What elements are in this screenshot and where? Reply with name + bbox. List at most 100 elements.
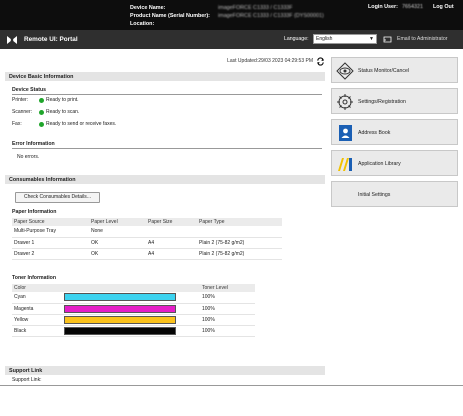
toner-level-fill bbox=[65, 305, 175, 312]
consumables-header: Consumables Information bbox=[5, 175, 325, 184]
toner-bar-cell bbox=[62, 303, 200, 315]
status-row-scanner: Scanner: Ready to scan. bbox=[12, 109, 79, 115]
table-row: Drawer 2 OK A4 Plain 2 (75-82 g/m2) bbox=[12, 248, 282, 260]
sidebar-item-label: Initial Settings bbox=[358, 192, 391, 198]
language-label: Language: bbox=[284, 36, 309, 42]
toner-level-text: 100% bbox=[200, 292, 255, 304]
column-header: Color bbox=[12, 284, 62, 292]
device-basic-info-header: Device Basic Information bbox=[5, 72, 325, 81]
chevron-down-icon: ▼ bbox=[369, 36, 374, 42]
login-user-value: 7654321 bbox=[401, 4, 423, 10]
table-header-row: Paper Source Paper Level Paper Size Pape… bbox=[12, 218, 282, 226]
sidebar-item-label: Application Library bbox=[358, 161, 401, 167]
sidebar-item-initial-settings[interactable]: Initial Settings bbox=[331, 181, 458, 207]
table-cell: Drawer 1 bbox=[12, 237, 89, 249]
settings-icon bbox=[337, 94, 353, 110]
toner-bar-cell bbox=[62, 292, 200, 304]
check-consumables-button[interactable]: Check Consumables Details... bbox=[15, 192, 100, 203]
table-cell: A4 bbox=[146, 237, 197, 249]
table-cell: OK bbox=[89, 237, 146, 249]
sidebar-item-status-monitor[interactable]: Status Monitor/Cancel bbox=[331, 57, 458, 83]
support-link-label: Support Link: bbox=[12, 377, 42, 383]
bottom-divider bbox=[0, 385, 463, 386]
column-header: Paper Level bbox=[89, 218, 146, 226]
toner-level-text: 100% bbox=[200, 303, 255, 315]
email-admin-link[interactable]: Email to Administrator bbox=[397, 36, 447, 42]
login-user-label: Login User: bbox=[368, 4, 398, 10]
logout-link[interactable]: Log Out bbox=[433, 4, 454, 10]
toner-bar-cell bbox=[62, 325, 200, 337]
sidebar-item-label: Status Monitor/Cancel bbox=[358, 68, 410, 74]
toner-level-bar bbox=[64, 293, 176, 302]
refresh-icon[interactable] bbox=[316, 57, 325, 66]
table-cell: Plain 2 (75-82 g/m2) bbox=[197, 248, 282, 260]
location-label: Location: bbox=[130, 21, 155, 27]
device-name-label: Device Name: bbox=[130, 5, 166, 11]
table-header-row: Color Toner Level bbox=[12, 284, 255, 292]
application-library-icon bbox=[338, 158, 352, 171]
sidebar-item-label: Address Book bbox=[358, 130, 391, 136]
main-content: Last Updated:29/03 2023 04:29:53 PM Devi… bbox=[5, 52, 325, 383]
table-cell: Drawer 2 bbox=[12, 248, 89, 260]
paper-table: Paper Source Paper Level Paper Size Pape… bbox=[12, 218, 282, 260]
status-monitor-icon bbox=[336, 62, 354, 80]
toner-level-bar bbox=[64, 304, 176, 313]
column-header: Paper Source bbox=[12, 218, 89, 226]
toner-color-name: Magenta bbox=[12, 303, 62, 315]
status-label: Scanner: bbox=[12, 109, 33, 115]
table-cell: Multi-Purpose Tray bbox=[12, 226, 89, 238]
status-row-printer: Printer: Ready to print. bbox=[12, 97, 79, 103]
status-label: Fax: bbox=[12, 121, 22, 127]
toner-level-fill bbox=[65, 316, 175, 323]
status-ok-icon bbox=[39, 109, 44, 115]
portal-logo-icon[interactable] bbox=[6, 34, 18, 46]
table-cell: OK bbox=[89, 248, 146, 260]
column-header: Paper Type bbox=[197, 218, 282, 226]
status-ok-icon bbox=[39, 97, 44, 103]
toner-row: Yellow 100% bbox=[12, 314, 255, 326]
toner-color-name: Cyan bbox=[12, 292, 62, 304]
status-label: Printer: bbox=[12, 97, 29, 103]
column-header: Paper Size bbox=[146, 218, 197, 226]
toner-color-name: Yellow bbox=[12, 314, 62, 326]
mail-icon[interactable] bbox=[383, 35, 392, 44]
nav-bar: Remote UI: Portal Language: English ▼ Em… bbox=[0, 30, 463, 49]
table-cell bbox=[197, 226, 282, 238]
top-bar: Device Name: imageFORCE C1333 / C1333F Pr… bbox=[0, 0, 463, 30]
error-text: No errors. bbox=[17, 154, 40, 160]
toner-row: Cyan 100% bbox=[12, 292, 255, 304]
support-link-header: Support Link bbox=[5, 366, 325, 375]
device-name-value: imageFORCE C1333 / C1333F bbox=[218, 5, 293, 11]
sidebar-item-application-library[interactable]: Application Library bbox=[331, 150, 458, 176]
toner-level-bar bbox=[64, 326, 176, 335]
page-title: Remote UI: Portal bbox=[24, 36, 78, 43]
product-name-label: Product Name (Serial Number): bbox=[130, 13, 210, 19]
toner-level-text: 100% bbox=[200, 314, 255, 326]
toner-color-name: Black bbox=[12, 325, 62, 337]
address-book-icon bbox=[339, 125, 352, 141]
status-text: Ready to scan. bbox=[46, 109, 80, 115]
toner-level-text: 100% bbox=[200, 325, 255, 337]
last-updated: Last Updated:29/03 2023 04:29:53 PM bbox=[227, 58, 313, 64]
table-cell: A4 bbox=[146, 248, 197, 260]
language-value: English bbox=[316, 36, 333, 42]
language-select[interactable]: English ▼ bbox=[313, 34, 377, 44]
product-name-value: imageFORCE C1333 / C1333F (DYS00001) bbox=[218, 13, 324, 19]
column-header bbox=[62, 284, 200, 292]
toner-info-title: Toner Information bbox=[12, 275, 56, 281]
toner-row: Black 100% bbox=[12, 325, 255, 337]
table-cell bbox=[146, 226, 197, 238]
table-cell: None bbox=[89, 226, 146, 238]
toner-table: Color Toner Level Cyan 100% Magenta 100% Yel… bbox=[12, 284, 255, 337]
table-row: Drawer 1 OK A4 Plain 2 (75-82 g/m2) bbox=[12, 237, 282, 249]
sidebar-item-label: Settings/Registration bbox=[358, 99, 406, 105]
status-text: Ready to print. bbox=[46, 97, 79, 103]
table-row: Multi-Purpose Tray None bbox=[12, 226, 282, 238]
sidebar-item-settings-registration[interactable]: Settings/Registration bbox=[331, 88, 458, 114]
table-cell: Plain 2 (75-82 g/m2) bbox=[197, 237, 282, 249]
sidebar-item-address-book[interactable]: Address Book bbox=[331, 119, 458, 145]
login-area: Login User: 7654321 Log Out bbox=[368, 4, 454, 10]
device-info-block: Device Name: imageFORCE C1333 / C1333F Pr… bbox=[130, 4, 324, 28]
column-header: Toner Level bbox=[200, 284, 255, 292]
status-text: Ready to send or receive faxes. bbox=[46, 121, 117, 127]
